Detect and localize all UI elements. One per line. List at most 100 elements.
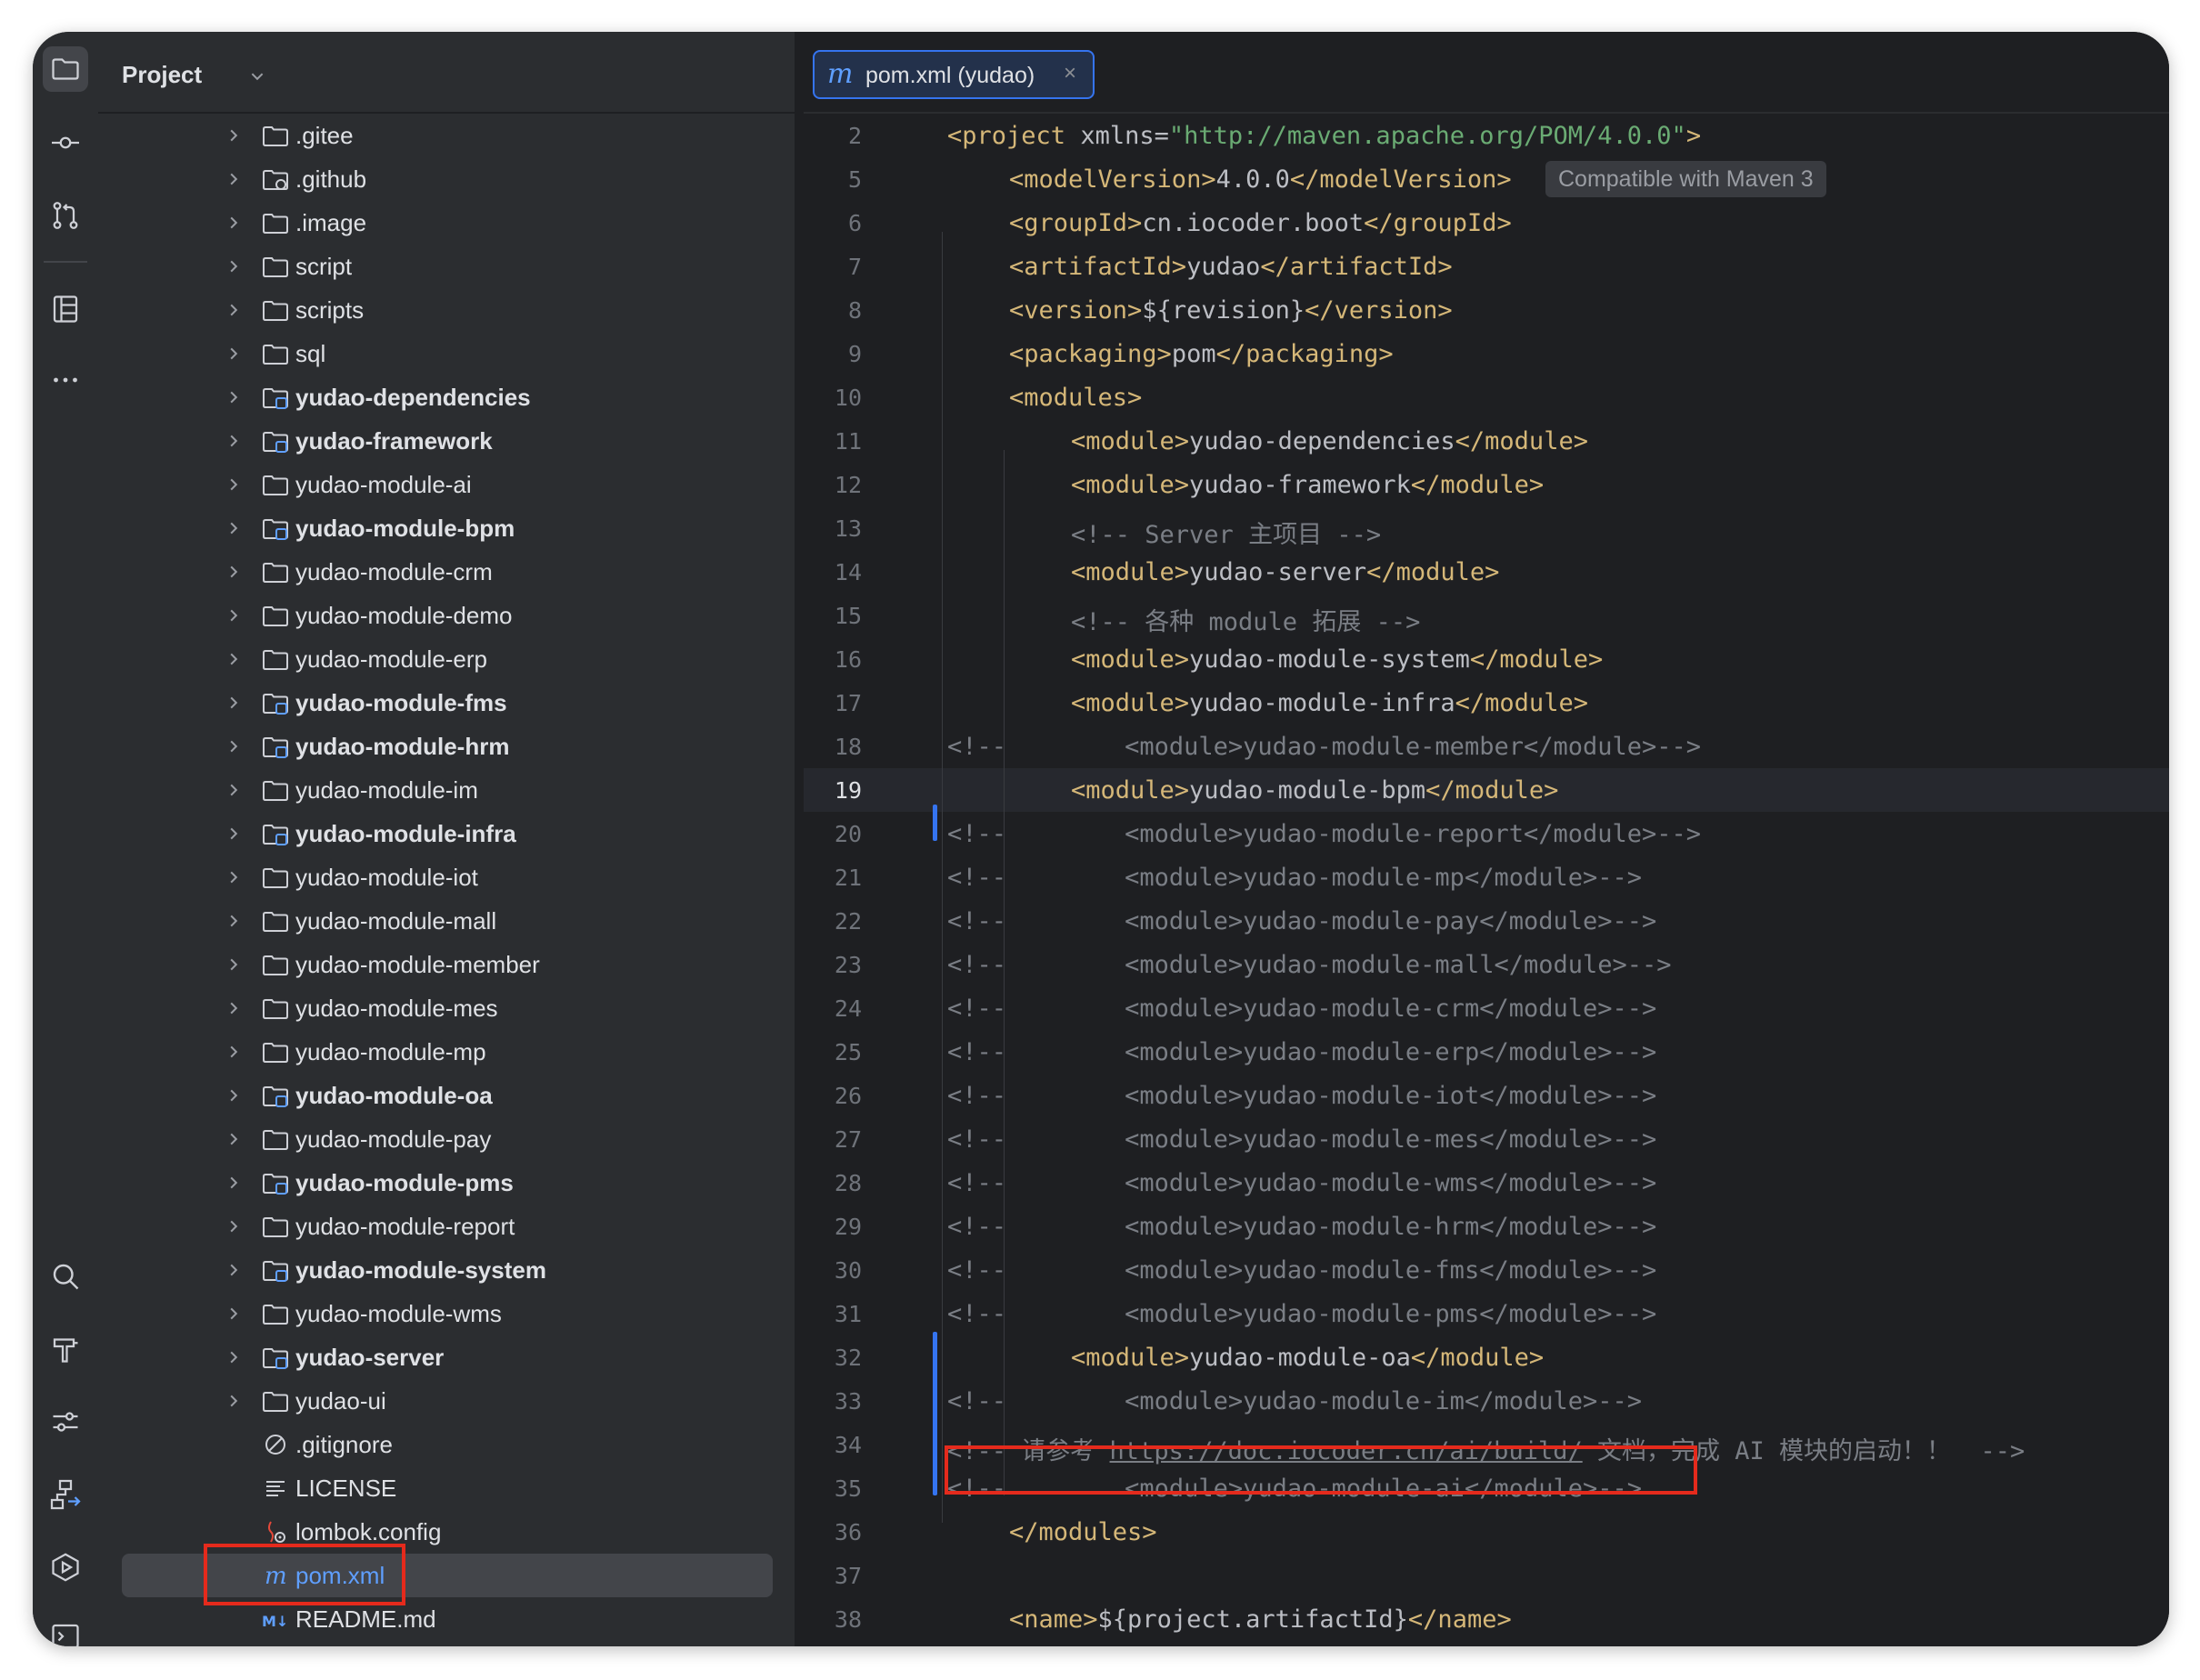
- code-line[interactable]: 37: [804, 1554, 2169, 1597]
- chevron-right-icon[interactable]: [225, 520, 242, 536]
- chevron-right-icon[interactable]: [225, 1000, 242, 1016]
- tree-item[interactable]: yudao-module-im: [98, 768, 795, 812]
- tree-item[interactable]: yudao-module-report: [98, 1205, 795, 1248]
- tree-item[interactable]: yudao-module-crm: [98, 550, 795, 594]
- tree-item[interactable]: yudao-module-infra: [98, 812, 795, 855]
- chevron-right-icon[interactable]: [225, 258, 242, 275]
- tree-item[interactable]: .github: [98, 157, 795, 201]
- chevron-right-icon[interactable]: [225, 345, 242, 362]
- code-line[interactable]: 29 <!-- <module>yudao-module-hrm</module>…: [804, 1205, 2169, 1248]
- chevron-down-icon[interactable]: [249, 68, 265, 85]
- build-tool-button[interactable]: [43, 1326, 88, 1372]
- code-line[interactable]: 30 <!-- <module>yudao-module-fms</module>…: [804, 1248, 2169, 1292]
- chevron-right-icon[interactable]: [225, 1262, 242, 1278]
- code-line[interactable]: 17 <module>yudao-module-infra</module>: [804, 681, 2169, 725]
- chevron-right-icon[interactable]: [225, 1393, 242, 1409]
- panel-divider[interactable]: [795, 32, 804, 1646]
- chevron-right-icon[interactable]: [225, 956, 242, 973]
- tree-item[interactable]: LICENSE: [98, 1466, 795, 1510]
- code-line[interactable]: 32 <module>yudao-module-oa</module>: [804, 1335, 2169, 1379]
- tree-item[interactable]: yudao-framework: [98, 419, 795, 463]
- code-line[interactable]: 21 <!-- <module>yudao-module-mp</module>-…: [804, 855, 2169, 899]
- tree-item[interactable]: .image: [98, 201, 795, 245]
- code-line[interactable]: 36 </modules>: [804, 1510, 2169, 1554]
- chevron-right-icon[interactable]: [225, 1175, 242, 1191]
- chevron-right-icon[interactable]: [225, 171, 242, 187]
- search-tool-button[interactable]: [43, 1254, 88, 1299]
- tree-item[interactable]: scripts: [98, 288, 795, 332]
- chevron-right-icon[interactable]: [225, 1349, 242, 1365]
- tree-item[interactable]: yudao-ui: [98, 1379, 795, 1423]
- tab-pom-xml[interactable]: m pom.xml (yudao) ×: [813, 50, 1095, 99]
- tree-item[interactable]: yudao-module-mall: [98, 899, 795, 943]
- project-panel-title[interactable]: Project: [122, 61, 202, 89]
- code-line[interactable]: 7 <artifactId>yudao</artifactId>: [804, 245, 2169, 288]
- tree-item[interactable]: yudao-module-iot: [98, 855, 795, 899]
- chevron-right-icon[interactable]: [225, 215, 242, 231]
- chevron-right-icon[interactable]: [225, 738, 242, 755]
- code-line[interactable]: 19 <module>yudao-module-bpm</module>: [804, 768, 2169, 812]
- run-tool-button[interactable]: [43, 1545, 88, 1590]
- chevron-right-icon[interactable]: [225, 782, 242, 798]
- chevron-right-icon[interactable]: [225, 651, 242, 667]
- tree-item[interactable]: yudao-dependencies: [98, 375, 795, 419]
- tree-item[interactable]: yudao-module-erp: [98, 637, 795, 681]
- tree-item[interactable]: yudao-module-mes: [98, 986, 795, 1030]
- code-line[interactable]: 14 <module>yudao-server</module>: [804, 550, 2169, 594]
- chevron-right-icon[interactable]: [225, 1218, 242, 1235]
- code-line[interactable]: 27 <!-- <module>yudao-module-mes</module>…: [804, 1117, 2169, 1161]
- chevron-right-icon[interactable]: [225, 564, 242, 580]
- tree-item[interactable]: yudao-module-member: [98, 943, 795, 986]
- tree-item[interactable]: .gitignore: [98, 1423, 795, 1466]
- chevron-right-icon[interactable]: [225, 389, 242, 405]
- chevron-right-icon[interactable]: [225, 127, 242, 144]
- chevron-right-icon[interactable]: [225, 607, 242, 624]
- code-line[interactable]: 9 <packaging>pom</packaging>: [804, 332, 2169, 375]
- more-tools-button[interactable]: [43, 357, 88, 403]
- code-line[interactable]: 13 <!-- Server 主项目 -->: [804, 506, 2169, 550]
- tree-item[interactable]: script: [98, 245, 795, 288]
- terminal-tool-button[interactable]: [43, 1614, 88, 1646]
- code-line[interactable]: 6 <groupId>cn.iocoder.boot</groupId>: [804, 201, 2169, 245]
- close-icon[interactable]: ×: [1064, 61, 1076, 86]
- code-line[interactable]: 38 <name>${project.artifactId}</name>: [804, 1597, 2169, 1641]
- code-line[interactable]: 8 <version>${revision}</version>: [804, 288, 2169, 332]
- tree-item[interactable]: yudao-module-demo: [98, 594, 795, 637]
- tree-item[interactable]: yudao-module-oa: [98, 1074, 795, 1117]
- tree-item[interactable]: yudao-module-ai: [98, 463, 795, 506]
- code-line[interactable]: 23 <!-- <module>yudao-module-mall</module…: [804, 943, 2169, 986]
- chevron-right-icon[interactable]: [225, 1087, 242, 1104]
- project-tool-button[interactable]: [43, 46, 88, 92]
- chevron-right-icon[interactable]: [225, 825, 242, 842]
- chevron-right-icon[interactable]: [225, 869, 242, 885]
- tree-item[interactable]: yudao-module-pay: [98, 1117, 795, 1161]
- tree-item[interactable]: sql: [98, 332, 795, 375]
- chevron-right-icon[interactable]: [225, 302, 242, 318]
- code-line[interactable]: 20 <!-- <module>yudao-module-report</modu…: [804, 812, 2169, 855]
- code-line[interactable]: 31 <!-- <module>yudao-module-pms</module>…: [804, 1292, 2169, 1335]
- tree-item[interactable]: yudao-module-pms: [98, 1161, 795, 1205]
- code-line[interactable]: 16 <module>yudao-module-system</module>: [804, 637, 2169, 681]
- code-line[interactable]: 18 <!-- <module>yudao-module-member</modu…: [804, 725, 2169, 768]
- code-line[interactable]: 26 <!-- <module>yudao-module-iot</module>…: [804, 1074, 2169, 1117]
- tree-item[interactable]: m pom.xml: [98, 1554, 795, 1597]
- chevron-right-icon[interactable]: [225, 1044, 242, 1060]
- tree-item[interactable]: yudao-module-hrm: [98, 725, 795, 768]
- code-line[interactable]: 15 <!-- 各种 module 拓展 -->: [804, 594, 2169, 637]
- code-line[interactable]: 2 <project xmlns="http://maven.apache.org…: [804, 114, 2169, 157]
- code-line[interactable]: 25 <!-- <module>yudao-module-erp</module>…: [804, 1030, 2169, 1074]
- chevron-right-icon[interactable]: [225, 1305, 242, 1322]
- structure-tool-button[interactable]: [43, 286, 88, 332]
- chevron-right-icon[interactable]: [225, 695, 242, 711]
- code-line[interactable]: 28 <!-- <module>yudao-module-wms</module>…: [804, 1161, 2169, 1205]
- commit-tool-button[interactable]: [43, 120, 88, 165]
- tree-item[interactable]: yudao-server: [98, 1335, 795, 1379]
- tree-item[interactable]: yudao-module-fms: [98, 681, 795, 725]
- tree-item[interactable]: yudao-module-bpm: [98, 506, 795, 550]
- code-line[interactable]: 33 <!-- <module>yudao-module-im</module>-…: [804, 1379, 2169, 1423]
- chevron-right-icon[interactable]: [225, 913, 242, 929]
- tree-item[interactable]: yudao-module-mp: [98, 1030, 795, 1074]
- code-line[interactable]: 24 <!-- <module>yudao-module-crm</module>…: [804, 986, 2169, 1030]
- chevron-right-icon[interactable]: [225, 476, 242, 493]
- chevron-right-icon[interactable]: [225, 1131, 242, 1147]
